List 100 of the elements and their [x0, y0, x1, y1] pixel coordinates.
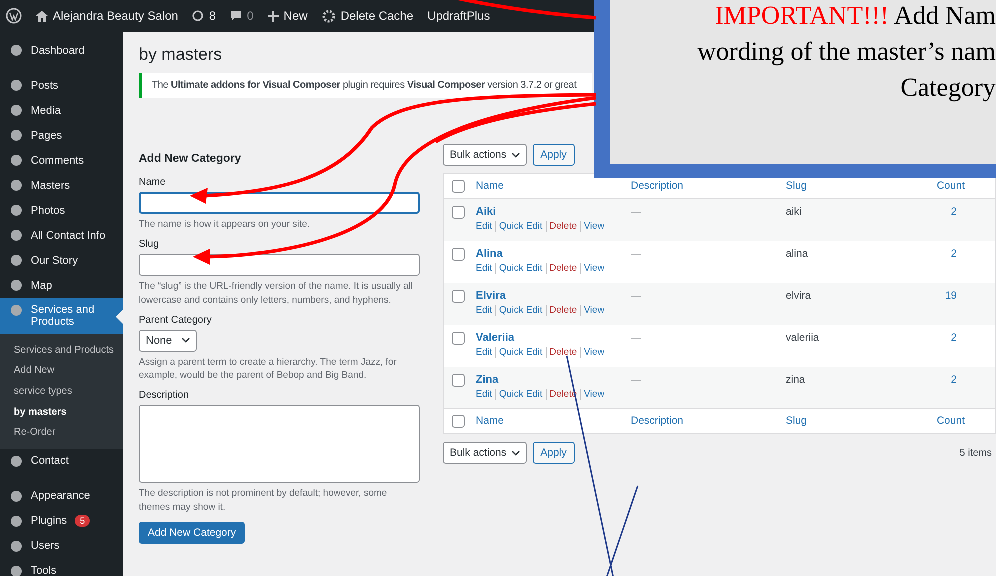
slug-field[interactable]: [139, 254, 420, 276]
menu-icon: [10, 540, 23, 553]
column-header[interactable]: Description: [631, 180, 684, 192]
row-action-link[interactable]: Delete: [546, 304, 578, 316]
refresh-icon: [192, 10, 204, 22]
comments-count[interactable]: 0: [247, 9, 254, 23]
callout-text: Category: [900, 72, 996, 104]
count-link[interactable]: 2: [951, 248, 957, 260]
sidebar-item[interactable]: Users: [0, 534, 123, 559]
row-action-link[interactable]: Edit: [476, 304, 492, 316]
row-action-link[interactable]: View: [580, 304, 605, 316]
select-all-checkbox[interactable]: [452, 180, 465, 192]
sidebar-item[interactable]: Photos: [0, 198, 123, 223]
menu-icon: [10, 304, 23, 317]
description-cell: —: [631, 332, 642, 344]
description-cell: —: [631, 374, 642, 386]
sidebar-item[interactable]: Our Story: [0, 248, 123, 273]
sidebar-item[interactable]: Contact: [0, 448, 123, 474]
description-field[interactable]: [139, 405, 420, 484]
submenu-item[interactable]: Add New: [0, 360, 123, 382]
plugin-notice: The Ultimate addons for Visual Composer plugin requires Visual Composer version 3.7.2 or great: [139, 73, 592, 98]
updates-count[interactable]: 8: [209, 9, 216, 23]
column-header[interactable]: Count: [936, 415, 965, 427]
row-checkbox[interactable]: [452, 248, 465, 260]
submenu-item[interactable]: Re-Order: [0, 422, 123, 443]
sidebar-item[interactable]: Media: [0, 98, 123, 123]
count-link[interactable]: 2: [951, 332, 957, 344]
menu-icon: [10, 564, 23, 576]
count-link[interactable]: 2: [951, 206, 957, 218]
home-icon: [36, 10, 48, 22]
menu-icon: [10, 44, 23, 57]
plus-icon: [268, 10, 279, 22]
row-action-link[interactable]: Quick Edit: [495, 304, 543, 316]
term-name-link[interactable]: Aiki: [476, 206, 496, 218]
row-action-link[interactable]: Delete: [546, 262, 578, 274]
row-action-link[interactable]: Delete: [546, 221, 578, 232]
column-header[interactable]: Name: [476, 415, 504, 427]
count-link[interactable]: 19: [945, 290, 957, 302]
select-all-checkbox[interactable]: [452, 414, 465, 428]
apply-button[interactable]: Apply: [532, 144, 575, 166]
new-content-link[interactable]: New: [284, 9, 308, 23]
column-header[interactable]: Name: [476, 180, 504, 192]
term-name-link[interactable]: Alina: [476, 248, 503, 260]
row-action-link[interactable]: Edit: [476, 346, 492, 358]
wordpress-logo-icon[interactable]: [6, 8, 22, 24]
bulk-actions-select[interactable]: Bulk actions: [443, 442, 527, 464]
sidebar-item[interactable]: Map: [0, 273, 123, 298]
description-cell: —: [631, 290, 642, 302]
row-checkbox[interactable]: [452, 290, 465, 302]
row-action-link[interactable]: Edit: [476, 221, 492, 232]
row-action-link[interactable]: Quick Edit: [495, 262, 543, 274]
update-count-badge: 5: [75, 515, 90, 528]
term-name-link[interactable]: Valeriia: [476, 332, 515, 344]
sidebar-item[interactable]: Services and Products: [0, 298, 123, 334]
row-action-link[interactable]: View: [580, 388, 605, 400]
count-link[interactable]: 2: [951, 374, 957, 386]
row-action-link[interactable]: View: [580, 346, 605, 358]
menu-icon: [10, 514, 23, 528]
updraftplus-link[interactable]: UpdraftPlus: [428, 9, 490, 23]
row-action-link[interactable]: Quick Edit: [495, 221, 543, 232]
delete-cache-link[interactable]: Delete Cache: [340, 9, 414, 23]
row-action-link[interactable]: Delete: [546, 346, 578, 358]
row-action-link[interactable]: Quick Edit: [495, 388, 543, 400]
row-action-link[interactable]: Quick Edit: [495, 346, 543, 358]
sidebar-item[interactable]: All Contact Info: [0, 223, 123, 248]
row-checkbox[interactable]: [452, 206, 465, 219]
row-action-link[interactable]: Edit: [476, 262, 492, 274]
column-header[interactable]: Slug: [786, 415, 808, 427]
chevron-down-icon: [182, 338, 190, 344]
name-field[interactable]: [139, 192, 420, 214]
site-name-link[interactable]: Alejandra Beauty Salon: [53, 9, 178, 23]
sidebar-item[interactable]: Dashboard: [0, 38, 123, 63]
parent-category-select[interactable]: None: [139, 330, 198, 352]
term-name-link[interactable]: Zina: [476, 374, 499, 386]
sidebar-item[interactable]: Masters: [0, 173, 123, 198]
sidebar-item[interactable]: Appearance: [0, 484, 123, 509]
sidebar-item[interactable]: Pages: [0, 123, 123, 148]
add-category-button[interactable]: Add New Category: [139, 522, 246, 544]
submenu-item[interactable]: by masters: [0, 402, 123, 422]
column-header[interactable]: Count: [936, 180, 965, 192]
menu-icon: [10, 204, 23, 217]
sidebar-item[interactable]: Plugins 5: [0, 508, 123, 534]
bulk-actions-select[interactable]: Bulk actions: [443, 144, 527, 166]
help-text: Assign a parent term to create a hierarchy. The term Jazz, for example, would be the parent of Bebop and Big Band.: [139, 356, 398, 382]
row-action-link[interactable]: Edit: [476, 388, 492, 400]
sidebar-item[interactable]: Comments: [0, 148, 123, 173]
column-header[interactable]: Description: [631, 415, 684, 427]
row-checkbox[interactable]: [452, 332, 465, 344]
row-action-link[interactable]: View: [580, 262, 605, 274]
submenu-item[interactable]: Services and Products: [0, 340, 123, 361]
apply-button[interactable]: Apply: [532, 442, 575, 464]
sidebar-item[interactable]: Tools: [0, 558, 123, 576]
submenu-item[interactable]: service types: [0, 381, 123, 402]
slug-cell: valeriia: [786, 332, 820, 344]
row-action-link[interactable]: View: [580, 221, 605, 232]
slug-cell: aiki: [786, 206, 802, 218]
term-name-link[interactable]: Elvira: [476, 290, 506, 302]
row-checkbox[interactable]: [452, 374, 465, 386]
column-header[interactable]: Slug: [786, 180, 808, 192]
sidebar-item[interactable]: Posts: [0, 73, 123, 98]
